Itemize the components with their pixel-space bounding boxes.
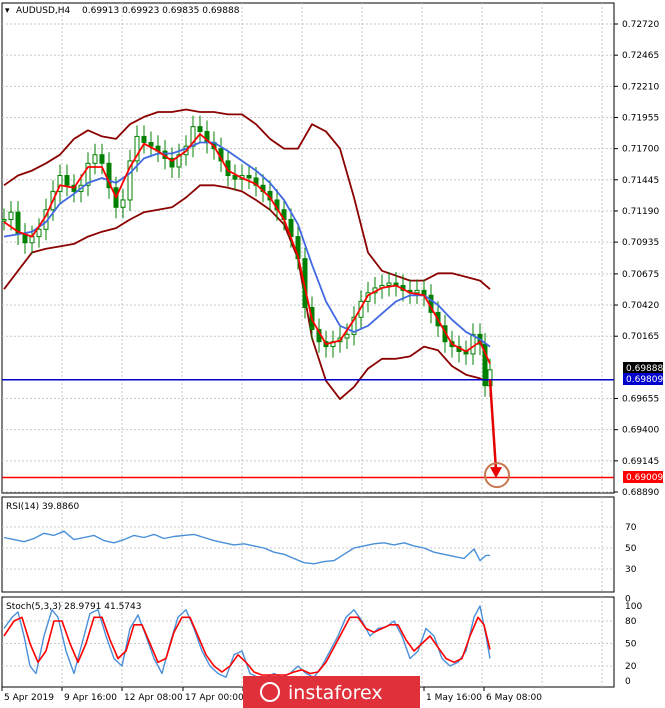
price-tick-label: 0.71445 (622, 176, 659, 186)
price-levels (2, 378, 614, 479)
stoch-level-label: 20 (625, 662, 637, 672)
candle-body (344, 333, 350, 339)
time-tick-label: 1 May 16:00 (426, 693, 482, 703)
forecast-arrow-shaft (488, 379, 498, 471)
moving-averages (3, 133, 491, 365)
rsi-level-label: 30 (625, 565, 637, 575)
price-tick-label: 0.71190 (622, 207, 659, 217)
stochastic-indicator (3, 605, 491, 678)
stoch-main-line (3, 605, 491, 678)
forecast-arrow-head (490, 467, 502, 479)
price-tick-label: 0.72720 (622, 20, 659, 30)
chart-canvas: ▾ AUDUSD,H4 0.69913 0.69923 0.69835 0.69… (1, 2, 663, 708)
support-price-tag: 0.69809 (623, 373, 663, 385)
grid-lines (2, 3, 614, 687)
rsi-axis: 7050300 (625, 523, 637, 605)
candle-body (92, 154, 98, 164)
candle-body (29, 236, 35, 244)
stoch-label: Stoch(5,3,3) 28.9791 41.5743 (6, 602, 141, 612)
rsi-panel-frame (1, 496, 615, 593)
support-price-label: 0.69809 (626, 375, 663, 385)
candle-body (99, 154, 105, 164)
price-tick-label: 0.71700 (622, 145, 659, 155)
rsi-label: RSI(14) 39.8860 (6, 502, 79, 512)
stoch-axis: 100 80 50 20 0 (625, 602, 642, 687)
bollinger-bands (3, 108, 491, 401)
stoch-level-label: 80 (625, 617, 637, 627)
time-tick-label: 9 Apr 16:00 (64, 693, 117, 703)
ma-fast-line (3, 133, 491, 365)
current-price-label: 0.69888 (626, 364, 663, 374)
stoch-level-label: 50 (625, 640, 637, 650)
candlesticks (1, 115, 493, 397)
price-tick-label: 0.70165 (622, 332, 659, 342)
panel-frames (1, 2, 615, 688)
chart-header: ▾ AUDUSD,H4 0.69913 0.69923 0.69835 0.69… (5, 6, 240, 16)
candle-body (36, 228, 42, 238)
candle-body (1, 219, 7, 222)
candle-body (141, 135, 147, 144)
price-tick-label: 0.70675 (622, 270, 659, 280)
bollinger-upper-line (3, 108, 491, 290)
target-price-label: 0.69009 (626, 473, 663, 483)
current-price-tag: 0.69888 (623, 362, 663, 374)
price-tick-label: 0.71955 (622, 113, 659, 123)
ohlc-values: 0.69913 0.69923 0.69835 0.69888 (82, 6, 240, 16)
time-tick-label: 17 Apr 00:00 (185, 693, 244, 703)
watermark: instaforex (243, 676, 420, 708)
time-tick-label: 5 Apr 2019 (4, 693, 54, 703)
candle-body (8, 211, 14, 221)
price-tick-label: 0.69400 (622, 426, 659, 436)
rsi-level-label: 50 (625, 544, 637, 554)
candle-body (197, 126, 203, 133)
price-axis: 0.72720 0.72465 0.72210 0.71955 0.71700 0.714… (614, 20, 659, 498)
rsi-level-label: 70 (625, 523, 637, 533)
symbol-label: AUDUSD,H4 (16, 6, 71, 16)
candle-body (414, 289, 420, 294)
ma-slow-line (3, 141, 491, 348)
price-tick-label: 0.72210 (622, 82, 659, 92)
stoch-level-label: 0 (625, 677, 631, 687)
price-tick-label: 0.68890 (622, 488, 659, 498)
time-tick-label: 6 May 08:00 (486, 693, 542, 703)
candle-body (386, 282, 392, 286)
price-tick-label: 0.70420 (622, 301, 659, 311)
target-price-tag: 0.69009 (623, 471, 663, 483)
price-tick-label: 0.69145 (622, 457, 659, 467)
header-dropdown-icon[interactable]: ▾ (5, 6, 10, 16)
candle-body (232, 175, 238, 180)
price-tick-label: 0.69655 (622, 395, 659, 405)
time-tick-label: 12 Apr 08:00 (124, 693, 183, 703)
watermark-text: instaforex (288, 682, 383, 704)
stoch-level-label: 100 (625, 602, 642, 612)
main-panel-frame (1, 2, 615, 494)
price-tick-label: 0.72465 (622, 51, 659, 61)
candle-body (246, 175, 252, 179)
candle-body (64, 175, 70, 186)
price-tick-label: 0.70935 (622, 238, 659, 248)
candle-body (120, 199, 126, 208)
forecast-arrow (484, 379, 510, 489)
